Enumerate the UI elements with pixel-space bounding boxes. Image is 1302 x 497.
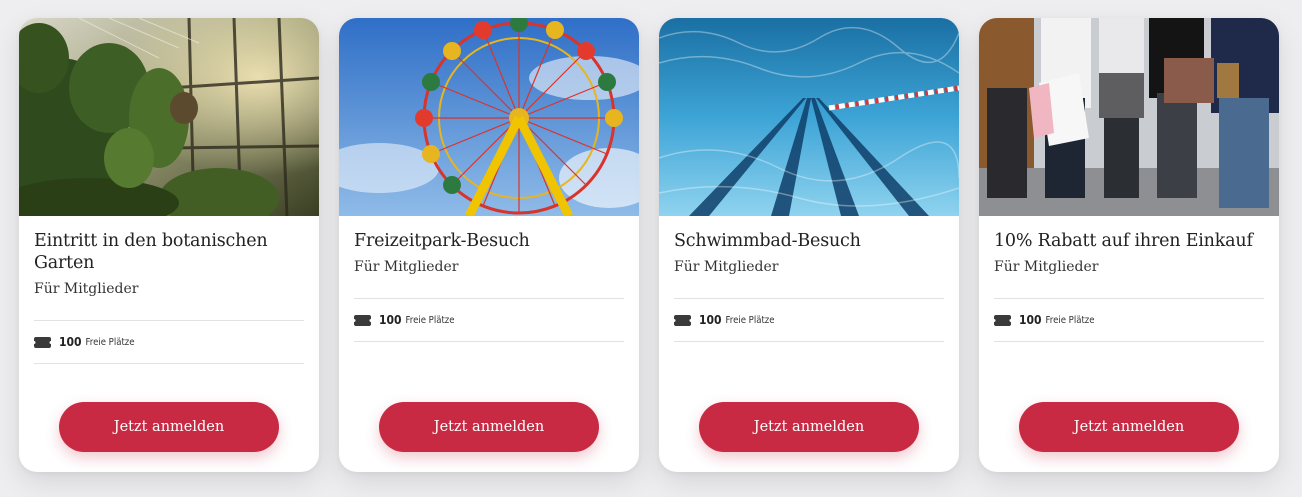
ticket-icon bbox=[994, 314, 1011, 326]
seats-row: 100 Freie Plätze bbox=[674, 299, 944, 341]
ticket-icon bbox=[674, 314, 691, 326]
divider bbox=[354, 341, 624, 342]
seats-block: 100 Freie Plätze bbox=[354, 298, 624, 342]
card-subtitle: Für Mitglieder bbox=[674, 259, 779, 275]
register-button[interactable]: Jetzt anmelden bbox=[1019, 402, 1239, 452]
card-title: Schwimmbad-Besuch bbox=[674, 231, 861, 251]
seats-block: 100 Freie Plätze bbox=[34, 320, 304, 364]
divider bbox=[674, 341, 944, 342]
card-title: 10% Rabatt auf ihren Einkauf bbox=[994, 231, 1253, 251]
seats-count: 100 bbox=[699, 313, 722, 327]
card-subtitle: Für Mitglieder bbox=[994, 259, 1099, 275]
register-button[interactable]: Jetzt anmelden bbox=[379, 402, 599, 452]
ferris-wheel-image bbox=[339, 18, 639, 216]
divider bbox=[994, 341, 1264, 342]
seats-row: 100 Freie Plätze bbox=[994, 299, 1264, 341]
offer-card-swimming-pool[interactable]: Schwimmbad-Besuch Für Mitglieder 100 Fre… bbox=[659, 18, 959, 472]
seats-label: Freie Plätze bbox=[405, 314, 455, 326]
card-title: Eintritt in den botanischen Garten bbox=[34, 231, 268, 273]
swimming-pool-image bbox=[659, 18, 959, 216]
register-button[interactable]: Jetzt anmelden bbox=[699, 402, 919, 452]
offer-card-grid: Eintritt in den botanischen Garten Für M… bbox=[0, 0, 1302, 497]
divider bbox=[34, 363, 304, 364]
seats-row: 100 Freie Plätze bbox=[34, 321, 304, 363]
greenhouse-image bbox=[19, 18, 319, 216]
seats-block: 100 Freie Plätze bbox=[674, 298, 944, 342]
offer-card-botanical-garden[interactable]: Eintritt in den botanischen Garten Für M… bbox=[19, 18, 319, 472]
card-title: Freizeitpark-Besuch bbox=[354, 231, 530, 251]
seats-count: 100 bbox=[59, 335, 82, 349]
seats-label: Freie Plätze bbox=[1045, 314, 1095, 326]
seats-label: Freie Plätze bbox=[725, 314, 775, 326]
register-button[interactable]: Jetzt anmelden bbox=[59, 402, 279, 452]
seats-label: Freie Plätze bbox=[85, 336, 135, 348]
seats-count: 100 bbox=[1019, 313, 1042, 327]
seats-count: 100 bbox=[379, 313, 402, 327]
card-subtitle: Für Mitglieder bbox=[34, 281, 139, 297]
seats-block: 100 Freie Plätze bbox=[994, 298, 1264, 342]
ticket-icon bbox=[34, 336, 51, 348]
seats-row: 100 Freie Plätze bbox=[354, 299, 624, 341]
offer-card-shopping-discount[interactable]: 10% Rabatt auf ihren Einkauf Für Mitglie… bbox=[979, 18, 1279, 472]
offer-card-amusement-park[interactable]: Freizeitpark-Besuch Für Mitglieder 100 F… bbox=[339, 18, 639, 472]
card-subtitle: Für Mitglieder bbox=[354, 259, 459, 275]
shopping-people-image bbox=[979, 18, 1279, 216]
ticket-icon bbox=[354, 314, 371, 326]
